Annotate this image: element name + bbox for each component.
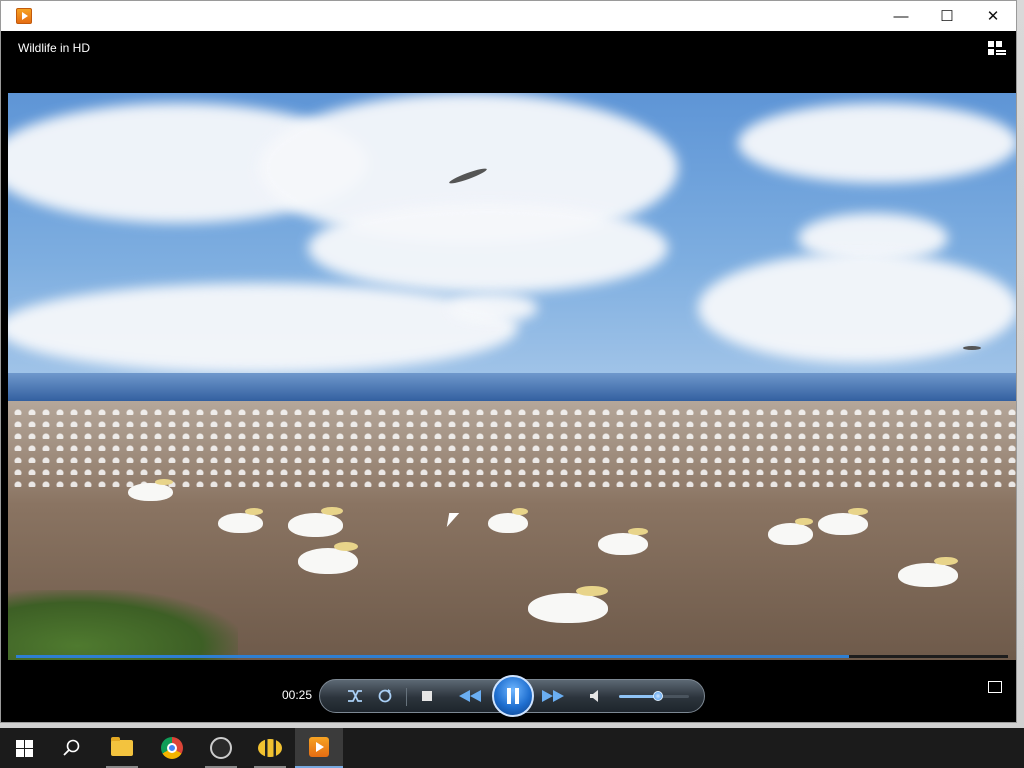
repeat-icon: [378, 689, 392, 703]
windows-logo-icon: [15, 739, 33, 757]
taskbar-file-explorer[interactable]: [98, 728, 146, 768]
media-player-app-icon[interactable]: [16, 8, 32, 24]
cloud: [308, 203, 668, 293]
speaker-icon: [590, 690, 598, 702]
minimize-button[interactable]: —: [878, 1, 924, 31]
cloud: [738, 103, 1016, 183]
gannet: [218, 508, 263, 533]
taskbar-media-player[interactable]: [295, 728, 343, 768]
gannet: [288, 507, 343, 537]
stop-icon: [422, 691, 432, 701]
title-bar[interactable]: — ☐ ✕: [1, 1, 1016, 31]
gannet: [528, 585, 608, 623]
gannet: [298, 541, 358, 574]
mute-button[interactable]: [588, 687, 602, 705]
gannet: [898, 557, 958, 587]
volume-level: [619, 695, 658, 698]
next-button[interactable]: [538, 686, 568, 706]
sea: [8, 373, 1016, 403]
grass: [8, 590, 238, 660]
gannet: [488, 508, 528, 533]
transport-pill: [319, 675, 705, 717]
gannet: [818, 507, 868, 535]
repeat-button[interactable]: [376, 687, 394, 705]
start-button[interactable]: [0, 728, 48, 768]
playlist-toggle-icon[interactable]: [988, 41, 1006, 55]
stop-button[interactable]: [418, 687, 436, 705]
elapsed-time: 00:25: [282, 688, 313, 702]
search-icon: [63, 739, 80, 756]
volume-thumb[interactable]: [652, 691, 663, 701]
close-icon: ✕: [986, 8, 1000, 25]
switch-to-library-button[interactable]: [988, 681, 1002, 693]
video-surface[interactable]: [8, 93, 1016, 660]
playback-controls: 00:25: [8, 661, 1016, 722]
pause-icon: [505, 688, 521, 704]
media-player-window: — ☐ ✕ Wildlife in HD 00:25: [0, 0, 1017, 723]
rewind-icon: [459, 690, 481, 702]
minimize-icon: —: [893, 7, 909, 25]
shuffle-button[interactable]: [346, 687, 364, 705]
seek-bar-progress: [16, 655, 850, 658]
chrome-icon: [161, 737, 183, 759]
taskbar-bee-app[interactable]: [246, 728, 294, 768]
pause-button[interactable]: [492, 675, 534, 717]
taskbar-chrome[interactable]: [148, 728, 196, 768]
gannet: [768, 517, 813, 545]
separator: [406, 688, 407, 706]
seek-bar[interactable]: [16, 655, 1008, 658]
cloud: [448, 293, 538, 323]
search-button[interactable]: [48, 728, 96, 768]
gannet: [128, 478, 173, 501]
folder-icon: [111, 737, 133, 756]
maximize-button[interactable]: ☐: [924, 1, 970, 31]
now-playing-view: Wildlife in HD 00:25: [8, 32, 1016, 722]
fast-forward-icon: [542, 690, 564, 702]
close-button[interactable]: ✕: [970, 1, 1016, 31]
bee-icon: [258, 739, 282, 757]
flying-bird: [963, 346, 981, 350]
now-playing-title: Wildlife in HD: [18, 41, 91, 55]
cloud: [8, 283, 518, 373]
obs-icon: [210, 737, 232, 759]
shuffle-icon: [348, 690, 362, 702]
taskbar-obs[interactable]: [197, 728, 245, 768]
taskbar: [0, 728, 1024, 768]
volume-slider[interactable]: [619, 691, 689, 701]
maximize-icon: ☐: [940, 8, 954, 25]
gannet: [598, 527, 648, 555]
previous-button[interactable]: [455, 686, 485, 706]
media-player-icon: [309, 737, 329, 757]
